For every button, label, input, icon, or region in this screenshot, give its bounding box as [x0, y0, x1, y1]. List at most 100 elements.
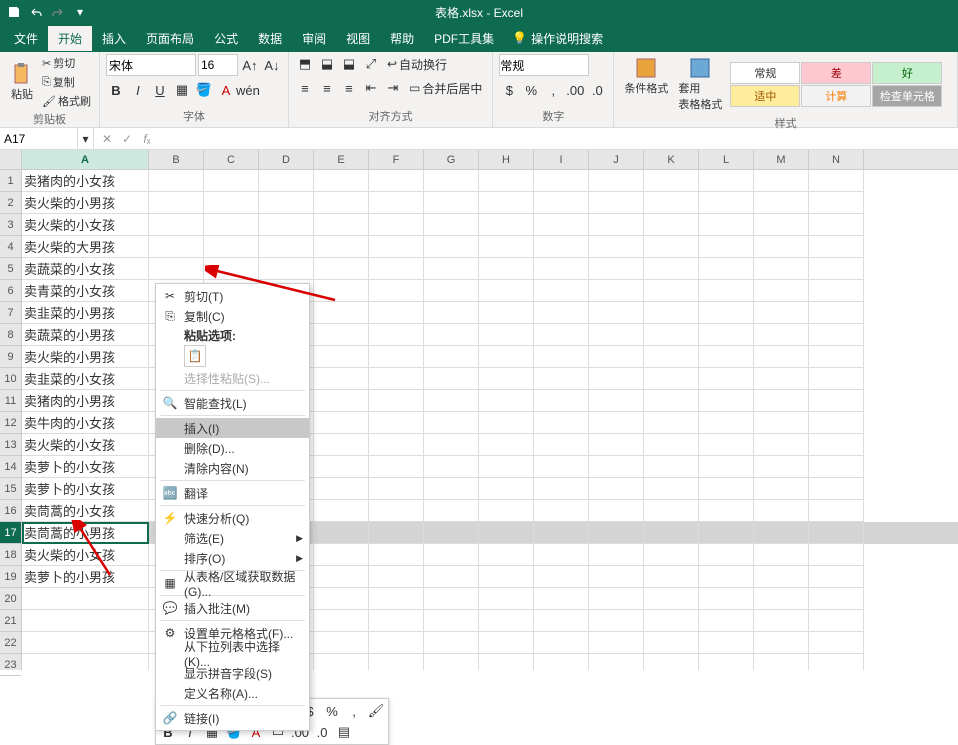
row-header-21[interactable]: 21 [0, 610, 21, 632]
ctx-phonetic[interactable]: 显示拼音字段(S) [156, 663, 309, 683]
cell[interactable] [754, 368, 809, 390]
row-header-23[interactable]: 23 [0, 654, 21, 676]
cell[interactable] [314, 368, 369, 390]
cell[interactable] [644, 434, 699, 456]
cell[interactable] [259, 236, 314, 258]
cell[interactable] [644, 412, 699, 434]
cell[interactable] [479, 500, 534, 522]
cell[interactable] [479, 588, 534, 610]
cell[interactable] [754, 500, 809, 522]
cell[interactable] [424, 412, 479, 434]
cell[interactable] [424, 346, 479, 368]
cell[interactable] [479, 412, 534, 434]
cell[interactable] [809, 654, 864, 670]
cell[interactable] [754, 258, 809, 280]
cell[interactable] [149, 214, 204, 236]
cell[interactable]: 卖蔬菜的小男孩 [22, 324, 149, 346]
cell[interactable] [314, 412, 369, 434]
cell[interactable] [369, 170, 424, 192]
tab-data[interactable]: 数据 [248, 26, 292, 51]
cell[interactable] [809, 170, 864, 192]
enter-formula-button[interactable]: ✓ [118, 130, 136, 148]
tab-insert[interactable]: 插入 [92, 26, 136, 51]
cell[interactable]: 卖蔬菜的小女孩 [22, 258, 149, 280]
ctx-get-data[interactable]: ▦从表格/区域获取数据(G)... [156, 573, 309, 593]
cell[interactable] [809, 566, 864, 588]
cell[interactable] [699, 368, 754, 390]
cell[interactable] [369, 500, 424, 522]
border-button[interactable]: ▦ [172, 80, 192, 100]
cell[interactable] [314, 456, 369, 478]
shrink-font-button[interactable]: A↓ [262, 55, 282, 75]
cell[interactable] [699, 258, 754, 280]
row-header-7[interactable]: 7 [0, 302, 21, 324]
cell[interactable] [204, 192, 259, 214]
cell[interactable] [809, 478, 864, 500]
cell[interactable] [369, 324, 424, 346]
mini-dec-dec[interactable]: .0 [312, 722, 332, 742]
fill-color-button[interactable]: 🪣 [194, 80, 214, 100]
cell[interactable] [589, 236, 644, 258]
col-header-N[interactable]: N [809, 150, 864, 169]
cell[interactable] [479, 346, 534, 368]
cell[interactable] [809, 368, 864, 390]
cell[interactable] [589, 588, 644, 610]
ctx-sort[interactable]: 排序(O)▶ [156, 548, 309, 568]
cell[interactable] [699, 588, 754, 610]
cell[interactable] [644, 544, 699, 566]
insert-function-button[interactable]: fₓ [138, 130, 156, 148]
cell[interactable] [589, 456, 644, 478]
qat-dropdown-icon[interactable]: ▾ [70, 2, 90, 22]
ctx-define-name[interactable]: 定义名称(A)... [156, 683, 309, 703]
row-header-18[interactable]: 18 [0, 544, 21, 566]
cell[interactable] [809, 610, 864, 632]
format-as-table-button[interactable]: 套用 表格格式 [674, 54, 726, 114]
cell[interactable] [424, 434, 479, 456]
cell[interactable] [534, 566, 589, 588]
mini-percent[interactable]: % [322, 701, 342, 721]
cell[interactable] [644, 258, 699, 280]
decrease-indent-button[interactable]: ⇤ [361, 78, 381, 98]
cell[interactable] [22, 654, 149, 670]
cell[interactable] [644, 302, 699, 324]
cell[interactable] [699, 192, 754, 214]
cell[interactable] [809, 258, 864, 280]
cell[interactable] [534, 192, 589, 214]
cell[interactable] [534, 654, 589, 670]
cell[interactable] [369, 632, 424, 654]
cell[interactable] [424, 610, 479, 632]
cell[interactable] [754, 632, 809, 654]
cell[interactable] [589, 214, 644, 236]
cell[interactable] [479, 170, 534, 192]
cell[interactable] [22, 632, 149, 654]
row-header-4[interactable]: 4 [0, 236, 21, 258]
cell[interactable] [369, 258, 424, 280]
cell[interactable] [534, 346, 589, 368]
cell[interactable] [369, 434, 424, 456]
col-header-B[interactable]: B [149, 150, 204, 169]
cell[interactable] [699, 302, 754, 324]
cell[interactable]: 卖火柴的小女孩 [22, 544, 149, 566]
ctx-insert[interactable]: 插入(I) [156, 418, 309, 438]
cell[interactable] [479, 478, 534, 500]
cell[interactable] [369, 522, 424, 544]
row-header-5[interactable]: 5 [0, 258, 21, 280]
cell[interactable] [424, 522, 479, 544]
cell[interactable] [479, 368, 534, 390]
cell[interactable] [22, 610, 149, 632]
cell[interactable] [424, 170, 479, 192]
cell[interactable] [479, 654, 534, 670]
cell[interactable] [314, 302, 369, 324]
cell[interactable] [699, 566, 754, 588]
cell[interactable] [699, 280, 754, 302]
cell[interactable] [644, 478, 699, 500]
ctx-clear[interactable]: 清除内容(N) [156, 458, 309, 478]
cell[interactable]: 卖青菜的小女孩 [22, 280, 149, 302]
cell[interactable] [479, 632, 534, 654]
cell[interactable] [699, 478, 754, 500]
cell[interactable] [699, 170, 754, 192]
cell[interactable] [424, 236, 479, 258]
underline-button[interactable]: U [150, 80, 170, 100]
cell[interactable] [699, 214, 754, 236]
cell[interactable] [589, 170, 644, 192]
